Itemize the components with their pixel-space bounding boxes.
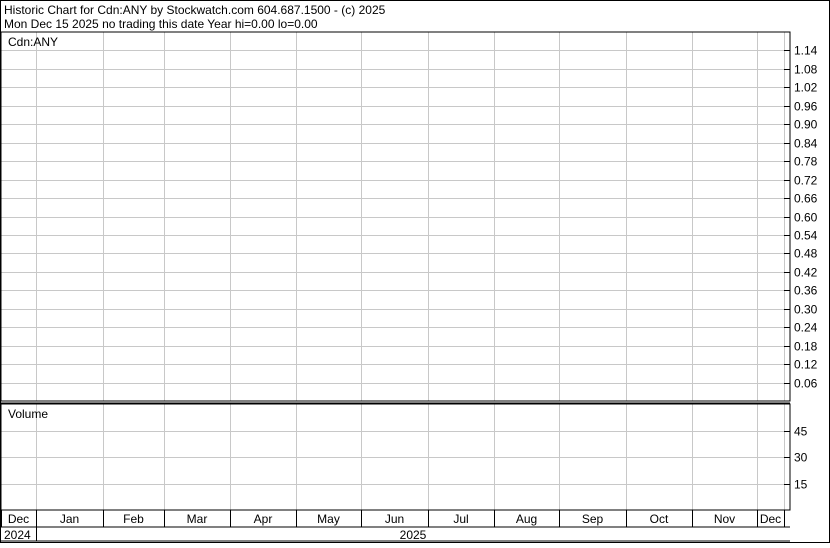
price-tick-label: 0.06 <box>794 377 818 391</box>
volume-panel-label: Volume <box>8 407 48 421</box>
volume-tick-label: 30 <box>794 451 808 465</box>
price-tick-label: 0.42 <box>794 266 818 280</box>
x-tick-label: Dec <box>8 512 29 526</box>
price-tick-label: 0.66 <box>794 192 818 206</box>
historic-chart: Historic Chart for Cdn:ANY by Stockwatch… <box>0 0 830 543</box>
price-tick-label: 0.60 <box>794 211 818 225</box>
x-tick-label: Apr <box>254 512 273 526</box>
price-tick-label: 0.72 <box>794 174 818 188</box>
x-tick-label: Aug <box>516 512 537 526</box>
chart-title: Historic Chart for Cdn:ANY by Stockwatch… <box>4 3 386 17</box>
price-tick-label: 0.36 <box>794 284 818 298</box>
x-axis: Dec Jan Feb Mar Apr May Jun Jul Aug Sep Oct Nov Dec 2… <box>1 510 785 542</box>
price-tick-label: 1.08 <box>794 63 818 77</box>
price-tick-label: 0.18 <box>794 340 818 354</box>
volume-grid <box>1 404 785 510</box>
x-tick-label: Mar <box>187 512 208 526</box>
x-tick-label: Sep <box>582 512 604 526</box>
chart-outer-border <box>0 0 830 543</box>
x-tick-label: Feb <box>123 512 144 526</box>
price-axis: 1.14 1.08 1.02 0.96 0.90 0.84 0.78 0.72 0.66 0.60… <box>784 44 818 391</box>
price-tick-label: 0.12 <box>794 358 818 372</box>
price-tick-label: 0.96 <box>794 100 818 114</box>
chart-subtitle: Mon Dec 15 2025 no trading this date Yea… <box>4 17 318 31</box>
x-tick-label: Dec <box>760 512 781 526</box>
price-tick-label: 0.24 <box>794 321 818 335</box>
price-tick-label: 0.90 <box>794 118 818 132</box>
price-tick-label: 1.02 <box>794 81 818 95</box>
x-year-label: 2025 <box>400 528 427 542</box>
volume-axis: 45 30 15 <box>784 425 808 492</box>
price-tick-label: 0.48 <box>794 247 818 261</box>
x-year-label: 2024 <box>4 528 31 542</box>
volume-tick-label: 45 <box>794 425 808 439</box>
x-tick-label: May <box>317 512 340 526</box>
price-tick-label: 1.14 <box>794 44 818 58</box>
price-tick-label: 0.54 <box>794 229 818 243</box>
price-tick-label: 0.30 <box>794 303 818 317</box>
x-tick-label: Jul <box>453 512 468 526</box>
x-tick-label: Jan <box>60 512 79 526</box>
price-tick-label: 0.84 <box>794 137 818 151</box>
x-tick-label: Oct <box>650 512 669 526</box>
price-grid <box>1 32 785 401</box>
volume-tick-label: 15 <box>794 478 808 492</box>
chart-canvas: Historic Chart for Cdn:ANY by Stockwatch… <box>0 0 830 543</box>
price-panel-label: Cdn:ANY <box>8 35 58 49</box>
x-tick-label: Nov <box>714 512 735 526</box>
price-tick-label: 0.78 <box>794 155 818 169</box>
x-tick-label: Jun <box>385 512 404 526</box>
